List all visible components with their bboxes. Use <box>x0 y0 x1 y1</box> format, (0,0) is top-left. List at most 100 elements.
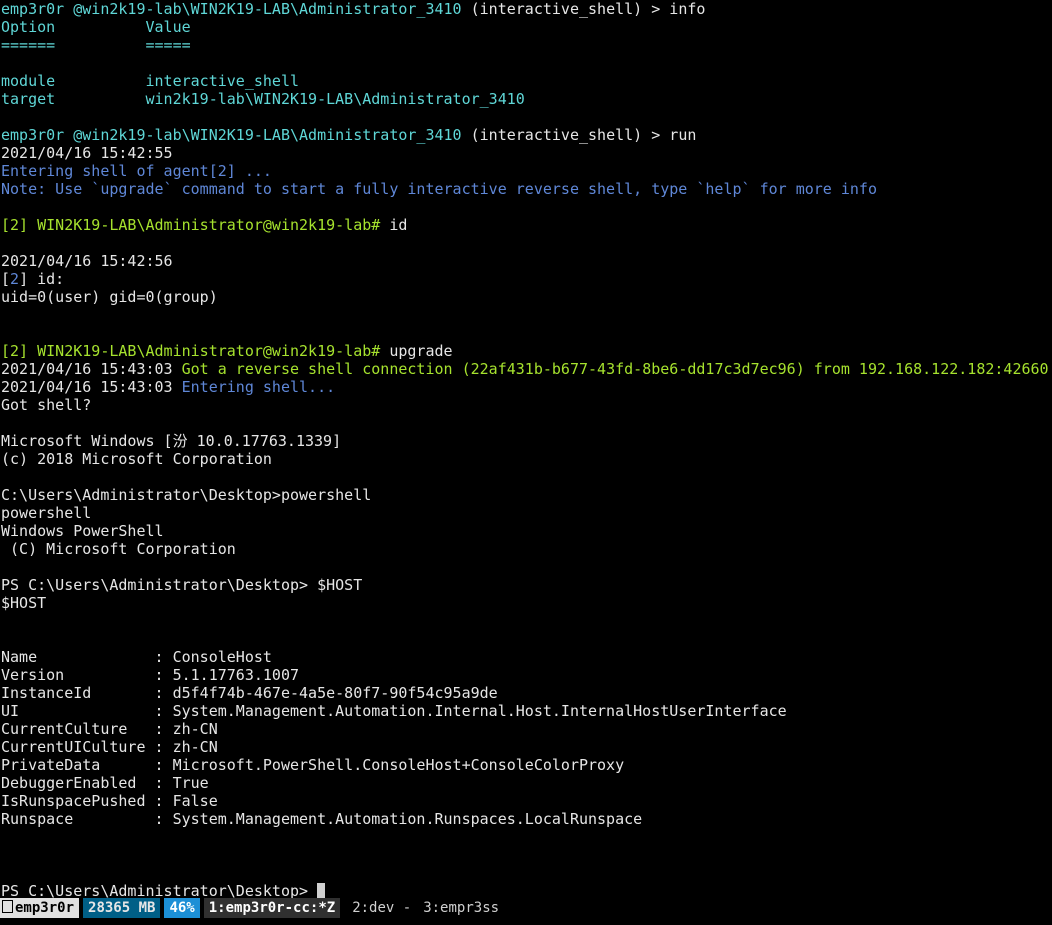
terminal-line: powershell <box>0 504 1052 522</box>
terminal-line: IsRunspacePushed : False <box>0 792 1052 810</box>
terminal-text: Runspace : System.Management.Automation.… <box>1 810 643 828</box>
terminal-line: [2] id: <box>0 270 1052 288</box>
terminal-text: PrivateData : Microsoft.PowerShell.Conso… <box>1 756 625 774</box>
terminal-line: (C) Microsoft Corporation <box>0 540 1052 558</box>
terminal-text: 2021/04/16 15:42:56 <box>1 252 173 270</box>
session-name: emp3r0r <box>15 900 75 916</box>
terminal-text: 2021/04/16 15:43:03 <box>1 378 182 396</box>
terminal-text: CurrentCulture : zh-CN <box>1 720 218 738</box>
terminal-text: @win2k19-lab\WIN2K19-LAB\Administrator_3… <box>73 0 471 18</box>
terminal-text: Got a reverse shell connection (22af431b… <box>181 360 1049 378</box>
terminal-line: $HOST <box>0 594 1052 612</box>
session-box-icon <box>2 900 13 913</box>
terminal-text: ====== ===== <box>1 36 191 54</box>
terminal-text: InstanceId : d5f4f74b-467e-4a5e-80f7-90f… <box>1 684 498 702</box>
tmux-window-3[interactable]: 3:empr3ss <box>423 900 499 916</box>
terminal-text: Entering shell... <box>181 378 336 396</box>
terminal-text: (c) 2018 Microsoft Corporation <box>1 450 272 468</box>
terminal-text: Got shell? <box>1 396 92 414</box>
terminal-line: emp3r0r @win2k19-lab\WIN2K19-LAB\Adminis… <box>0 0 1052 18</box>
terminal-line: emp3r0r @win2k19-lab\WIN2K19-LAB\Adminis… <box>0 126 1052 144</box>
terminal-text: target win2k19-lab\WIN2K19-LAB\Administr… <box>1 90 525 108</box>
terminal-line: target win2k19-lab\WIN2K19-LAB\Administr… <box>0 90 1052 108</box>
terminal-text: uid=0(user) gid=0(group) <box>1 288 218 306</box>
terminal-output[interactable]: emp3r0r @win2k19-lab\WIN2K19-LAB\Adminis… <box>0 0 1052 900</box>
terminal-line: C:\Users\Administrator\Desktop>powershel… <box>0 486 1052 504</box>
terminal-text: IsRunspacePushed : False <box>1 792 218 810</box>
terminal-text: module interactive_shell <box>1 72 300 90</box>
terminal-text: C:\Users\Administrator\Desktop>powershel… <box>1 486 372 504</box>
terminal-line: Runspace : System.Management.Automation.… <box>0 810 1052 828</box>
terminal-line: Note: Use `upgrade` command to start a f… <box>0 180 1052 198</box>
terminal-text: 2021/04/16 15:43:03 <box>1 360 182 378</box>
terminal-text: DebuggerEnabled : True <box>1 774 209 792</box>
terminal-text: Option Value <box>1 18 191 36</box>
terminal-text: (interactive_shell) > run <box>470 126 697 144</box>
terminal-line: 2021/04/16 15:42:55 <box>0 144 1052 162</box>
terminal-text: [ <box>1 270 11 288</box>
session-name-segment: emp3r0r <box>0 898 80 918</box>
terminal-text: ] id: <box>19 270 65 288</box>
terminal-text: Windows PowerShell <box>1 522 164 540</box>
tmux-window-1[interactable]: 1:emp3r0r-cc:*Z <box>203 898 341 918</box>
terminal-line: module interactive_shell <box>0 72 1052 90</box>
terminal-text: @win2k19-lab\WIN2K19-LAB\Administrator_3… <box>73 126 471 144</box>
terminal-text: Version : 5.1.17763.1007 <box>1 666 300 684</box>
terminal-text: powershell <box>1 504 92 522</box>
terminal-line: DebuggerEnabled : True <box>0 774 1052 792</box>
tmux-status-bar: emp3r0r 28365 MB 46% 1:emp3r0r-cc:*Z 2:d… <box>0 898 1052 918</box>
terminal-text: Microsoft Windows [汾 10.0.17763.1339] <box>1 432 342 450</box>
memory-segment: 28365 MB <box>83 898 161 918</box>
terminal-text: $HOST <box>1 594 47 612</box>
terminal-line: (c) 2018 Microsoft Corporation <box>0 450 1052 468</box>
tmux-window-2[interactable]: 2:dev - <box>352 900 411 916</box>
terminal-line: Windows PowerShell <box>0 522 1052 540</box>
terminal-line: Option Value <box>0 18 1052 36</box>
terminal-line: [2] WIN2K19-LAB\Administrator@win2k19-la… <box>0 342 1052 360</box>
terminal-line: CurrentUICulture : zh-CN <box>0 738 1052 756</box>
terminal-text: emp3r0r <box>1 126 74 144</box>
terminal-line: PS C:\Users\Administrator\Desktop> $HOST <box>0 576 1052 594</box>
terminal-line: PrivateData : Microsoft.PowerShell.Conso… <box>0 756 1052 774</box>
terminal-text: Name : ConsoleHost <box>1 648 272 666</box>
terminal-line: InstanceId : d5f4f74b-467e-4a5e-80f7-90f… <box>0 684 1052 702</box>
terminal-line: 2021/04/16 15:43:03 Got a reverse shell … <box>0 360 1052 378</box>
terminal-line: Entering shell of agent[2] ... <box>0 162 1052 180</box>
terminal-line: Microsoft Windows [汾 10.0.17763.1339] <box>0 432 1052 450</box>
battery-segment: 46% <box>164 898 200 918</box>
terminal-line: [2] WIN2K19-LAB\Administrator@win2k19-la… <box>0 216 1052 234</box>
terminal-line: Name : ConsoleHost <box>0 648 1052 666</box>
terminal-line: UI : System.Management.Automation.Intern… <box>0 702 1052 720</box>
terminal-text: 2 <box>10 270 20 288</box>
terminal-line: Got shell? <box>0 396 1052 414</box>
terminal-text: 2021/04/16 15:42:55 <box>1 144 173 162</box>
terminal-text: upgrade <box>389 342 453 360</box>
terminal-text: CurrentUICulture : zh-CN <box>1 738 218 756</box>
text-cursor <box>317 883 326 898</box>
terminal-line: Version : 5.1.17763.1007 <box>0 666 1052 684</box>
terminal-text: [2] WIN2K19-LAB\Administrator@win2k19-la… <box>1 216 390 234</box>
terminal-line: CurrentCulture : zh-CN <box>0 720 1052 738</box>
terminal-line: 2021/04/16 15:42:56 <box>0 252 1052 270</box>
terminal-line: uid=0(user) gid=0(group) <box>0 288 1052 306</box>
terminal-text: (interactive_shell) > info <box>470 0 706 18</box>
terminal-text: PS C:\Users\Administrator\Desktop> $HOST <box>1 576 363 594</box>
terminal-text: id <box>389 216 408 234</box>
terminal-text: Entering shell of agent[2] ... <box>1 162 272 180</box>
terminal-text: UI : System.Management.Automation.Intern… <box>1 702 787 720</box>
terminal-text: emp3r0r <box>1 0 74 18</box>
terminal-text: [2] WIN2K19-LAB\Administrator@win2k19-la… <box>1 342 390 360</box>
